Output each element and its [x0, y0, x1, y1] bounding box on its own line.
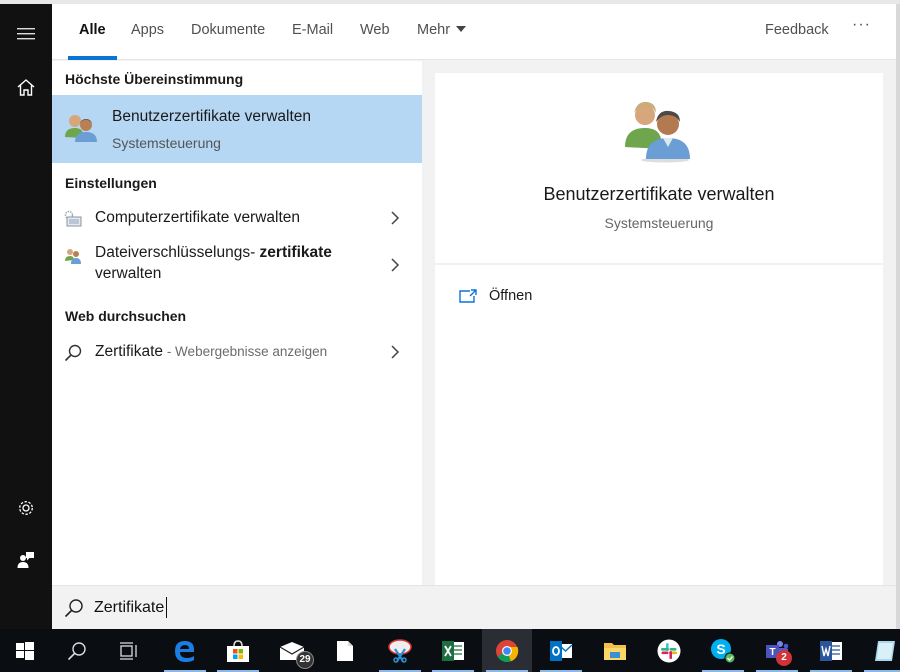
taskbar-app-file[interactable] [320, 629, 370, 672]
detail-header-card: Benutzerzertifikate verwalten Systemsteu… [435, 73, 883, 263]
open-external-icon [459, 289, 477, 303]
tab-web[interactable]: Web [360, 22, 390, 38]
folder-icon [604, 642, 626, 660]
web-query-text: Zertifikate [95, 343, 164, 360]
search-input[interactable] [94, 596, 874, 620]
svg-text:T: T [769, 647, 775, 658]
more-options-button[interactable]: ··· [852, 16, 871, 34]
search-icon [67, 641, 86, 660]
result-item-label-bold: zertifikate [259, 244, 332, 261]
open-action[interactable]: Öffnen [459, 285, 532, 307]
tab-apps[interactable]: Apps [131, 22, 164, 38]
results-list: Höchste Übereinstimmung Benutzerzertifik… [52, 61, 422, 585]
settings-heading: Einstellungen [65, 175, 157, 191]
tab-alle[interactable]: Alle [79, 22, 106, 38]
search-panel: Alle Apps Dokumente E-Mail Web Mehr Feed… [52, 4, 900, 629]
taskbar-app-file-explorer[interactable] [590, 629, 640, 672]
taskbar-app-chrome[interactable] [482, 629, 532, 672]
tabs-bar: Alle Apps Dokumente E-Mail Web Mehr Feed… [52, 4, 896, 60]
best-match-title: Benutzerzertifikate verwalten [112, 108, 312, 125]
result-item-label-line2: verwalten [95, 265, 162, 282]
chevron-right-icon [391, 258, 400, 272]
store-icon [227, 639, 249, 662]
result-item-label-normal: Dateiverschlüsselungs- [95, 244, 260, 261]
gear-icon [19, 501, 33, 515]
windows-icon [16, 641, 34, 660]
notepad-icon [875, 640, 895, 661]
detail-actions-card: Öffnen [435, 265, 883, 585]
settings-button[interactable] [0, 488, 52, 528]
web-query-suffix: - Webergebnisse anzeigen [163, 344, 328, 359]
snipping-icon [388, 638, 412, 663]
text-caret [166, 597, 167, 618]
search-bar [52, 585, 896, 629]
detail-title: Benutzerzertifikate verwalten [543, 184, 775, 204]
tab-email[interactable]: E-Mail [292, 22, 333, 38]
detail-subtitle: Systemsteuerung [604, 215, 714, 231]
excel-icon [442, 640, 464, 661]
taskbar-app-skype[interactable]: S [698, 629, 748, 672]
chevron-down-icon [456, 26, 467, 32]
chevron-right-icon [391, 211, 400, 225]
feedback-person-icon [17, 552, 34, 568]
task-view-icon [120, 641, 137, 660]
best-match-heading: Höchste Übereinstimmung [65, 71, 244, 87]
users-icon [65, 115, 97, 142]
hamburger-menu-button[interactable] [0, 14, 52, 54]
result-item-label: Zertifikate - Webergebnisse anzeigen [95, 341, 327, 362]
taskbar-app-slack[interactable] [644, 629, 694, 672]
open-action-label: Öffnen [489, 288, 533, 304]
web-search-heading: Web durchsuchen [65, 308, 187, 324]
svg-text:S: S [716, 641, 725, 657]
task-view-button[interactable] [104, 629, 154, 672]
result-item-computer-certificates[interactable]: Computerzertifikate verwalten [52, 201, 422, 235]
search-icon [64, 344, 82, 362]
feedback-link[interactable]: Feedback [765, 22, 829, 38]
taskbar-app-mail[interactable]: 29 [267, 629, 317, 672]
best-match-subtitle: Systemsteuerung [112, 135, 221, 151]
home-icon [17, 78, 35, 96]
active-tab-indicator [68, 56, 117, 60]
computer-certificate-icon [64, 210, 82, 227]
tab-mehr-label: Mehr [417, 22, 451, 38]
taskbar-app-snipping-tool[interactable] [375, 629, 425, 672]
document-icon [337, 640, 353, 661]
chevron-right-icon [391, 345, 400, 359]
users-small-icon [65, 249, 81, 264]
result-item-file-encryption-certificates[interactable]: Dateiverschlüsselungs- zertifikate verwa… [52, 239, 422, 291]
tab-dokumente[interactable]: Dokumente [191, 22, 265, 38]
best-match-item[interactable]: Benutzerzertifikate verwalten Systemsteu… [52, 95, 422, 163]
background-scrollbar[interactable] [896, 4, 900, 629]
taskbar-app-outlook[interactable] [536, 629, 586, 672]
home-button[interactable] [0, 67, 52, 107]
search-icon [64, 599, 83, 618]
users-large-icon [625, 101, 690, 163]
tab-mehr[interactable]: Mehr [417, 22, 467, 38]
taskbar-app-edge[interactable] [160, 629, 210, 672]
skype-icon: S [711, 638, 736, 663]
chrome-icon [496, 639, 519, 662]
detail-pane: Benutzerzertifikate verwalten Systemsteu… [435, 73, 883, 585]
outlook-icon [550, 640, 573, 661]
feedback-hub-button[interactable] [0, 540, 52, 580]
taskbar-app-word[interactable] [806, 629, 856, 672]
start-button[interactable] [0, 629, 50, 672]
taskbar-app-teams[interactable]: T 2 [752, 629, 802, 672]
teams-badge: 2 [776, 650, 792, 666]
slack-icon [657, 639, 681, 662]
taskbar-app-excel[interactable] [428, 629, 478, 672]
left-rail [0, 4, 52, 629]
result-item-web-search[interactable]: Zertifikate - Webergebnisse anzeigen [52, 335, 422, 369]
taskbar-search-button[interactable] [52, 629, 102, 672]
taskbar-app-store[interactable] [213, 629, 263, 672]
word-icon [820, 640, 842, 661]
taskbar: 29 S T 2 [0, 629, 900, 672]
edge-icon [175, 640, 195, 662]
taskbar-app-notepad[interactable] [860, 629, 900, 672]
result-item-label: Computerzertifikate verwalten [95, 209, 301, 226]
hamburger-menu-icon [17, 28, 35, 40]
result-item-label: Dateiverschlüsselungs- zertifikate verwa… [95, 242, 332, 284]
mail-badge: 29 [296, 651, 314, 669]
